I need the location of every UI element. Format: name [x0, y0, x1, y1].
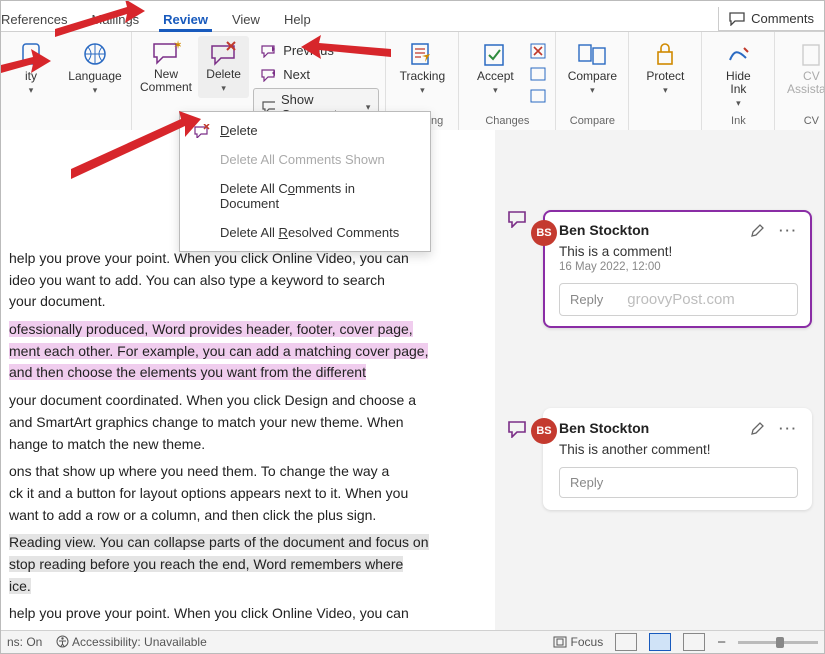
doc-text: help you prove your point. When you clic… [9, 603, 487, 625]
chevron-down-icon: ▾ [29, 85, 34, 96]
chevron-down-icon: ▾ [590, 85, 595, 96]
comment-icon [729, 12, 745, 26]
reject-icon[interactable] [529, 42, 549, 60]
tab-review[interactable]: Review [151, 6, 220, 31]
chevron-down-icon: ▾ [663, 85, 668, 96]
language-button[interactable]: Language▾ [65, 36, 125, 100]
cv-assistant-button: CV Assistant [781, 36, 825, 100]
comment-card[interactable]: BS Ben Stockton ··· This is another comm… [543, 408, 812, 510]
tracking-icon [407, 40, 437, 68]
next-comment-button[interactable]: Next [253, 64, 379, 85]
svg-text:✶: ✶ [173, 40, 181, 52]
watermark: groovyPost.com [627, 291, 735, 308]
chevron-down-icon: ▾ [493, 85, 498, 96]
doc-text: your document coordinated. When you clic… [9, 390, 487, 455]
protect-button[interactable]: Protect▾ [635, 36, 695, 100]
next-change-icon[interactable] [529, 88, 549, 104]
compare-button[interactable]: Compare▾ [562, 36, 622, 100]
group-cv: CV [781, 113, 825, 128]
edit-icon[interactable] [750, 223, 765, 238]
zoom-slider[interactable] [738, 641, 818, 644]
tab-help[interactable]: Help [272, 6, 323, 31]
comment-marker-icon[interactable] [507, 420, 527, 438]
tab-references[interactable]: References [1, 6, 79, 31]
compare-icon [576, 40, 608, 68]
avatar: BS [531, 418, 557, 444]
delete-comment-button[interactable]: Delete▾ [198, 36, 249, 98]
doc-text: ofessionally produced, Word provides hea… [9, 319, 487, 384]
comment-date: 16 May 2022, 12:00 [559, 261, 798, 273]
zoom-minus[interactable]: − [717, 634, 726, 651]
comments-pane-toggle[interactable]: Comments [718, 7, 824, 31]
previous-icon [261, 44, 277, 58]
group-changes: Changes [465, 113, 549, 128]
doc-text: Reading view. You can collapse parts of … [9, 532, 487, 597]
comment-gutter [495, 130, 539, 631]
globe-icon [80, 40, 110, 68]
next-icon [261, 68, 277, 82]
avatar: BS [531, 220, 557, 246]
accept-icon [480, 40, 510, 68]
tab-bar: References Mailings Review View Help Com… [1, 1, 824, 32]
comment-author: Ben Stockton [559, 420, 649, 436]
doc-text: ons that show up where you need them. To… [9, 461, 487, 526]
group-ink: Ink [708, 113, 768, 128]
menu-delete-all-doc[interactable]: Delete All Comments in Document [180, 174, 430, 218]
chevron-down-icon: ▾ [420, 85, 425, 96]
menu-delete[interactable]: Delete [180, 116, 430, 145]
status-left: ns: On [7, 635, 42, 649]
delete-comment-icon [194, 124, 210, 138]
menu-delete-resolved[interactable]: Delete All Resolved Comments [180, 218, 430, 247]
accessibility-icon [56, 635, 69, 648]
tab-mailings[interactable]: Mailings [79, 6, 151, 31]
comment-marker-icon[interactable] [507, 210, 527, 228]
group-compare: Compare [562, 113, 622, 128]
comment-card[interactable]: BS Ben Stockton ··· This is a comment! 1… [543, 210, 812, 328]
focus-icon [553, 636, 567, 648]
web-layout-view[interactable] [683, 633, 705, 651]
shield-icon [17, 40, 45, 68]
accessibility-status[interactable]: Accessibility: Unavailable [56, 635, 206, 649]
hide-ink-button[interactable]: Hide Ink▾ [708, 36, 768, 113]
comment-author: Ben Stockton [559, 222, 649, 238]
doc-text: help you prove your point. When you clic… [9, 248, 487, 313]
delete-menu: Delete Delete All Comments Shown Delete … [179, 111, 431, 252]
comments-panel: BS Ben Stockton ··· This is a comment! 1… [539, 130, 824, 631]
chevron-down-icon: ▾ [93, 85, 98, 96]
tab-view[interactable]: View [220, 6, 272, 31]
print-layout-view[interactable] [649, 633, 671, 651]
chevron-down-icon: ▾ [221, 83, 226, 94]
more-icon[interactable]: ··· [779, 223, 798, 238]
prev-change-icon[interactable] [529, 66, 549, 82]
focus-mode[interactable]: Focus [553, 635, 603, 649]
new-comment-button[interactable]: ✶ New Comment [138, 36, 194, 98]
edit-icon[interactable] [750, 421, 765, 436]
comments-top-label: Comments [751, 11, 814, 26]
comment-body: This is a comment! [559, 244, 798, 259]
comment-body: This is another comment! [559, 442, 798, 457]
accept-button[interactable]: Accept▾ [465, 36, 525, 100]
read-mode-view[interactable] [615, 633, 637, 651]
new-comment-icon: ✶ [151, 40, 181, 66]
delete-comment-icon [209, 40, 239, 66]
chevron-down-icon: ▾ [736, 98, 741, 109]
reply-input[interactable]: Reply [559, 467, 798, 498]
lock-icon [651, 40, 679, 68]
status-bar: ns: On Accessibility: Unavailable Focus … [1, 630, 824, 653]
previous-comment-button[interactable]: Previous [253, 40, 379, 61]
more-icon[interactable]: ··· [779, 421, 798, 436]
cv-icon [797, 40, 825, 68]
tracking-button[interactable]: Tracking▾ [392, 36, 452, 100]
menu-delete-shown: Delete All Comments Shown [180, 145, 430, 174]
ink-icon [724, 40, 752, 68]
ity-button[interactable]: ity▾ [1, 36, 61, 100]
reply-input[interactable]: Reply groovyPost.com [559, 283, 798, 316]
